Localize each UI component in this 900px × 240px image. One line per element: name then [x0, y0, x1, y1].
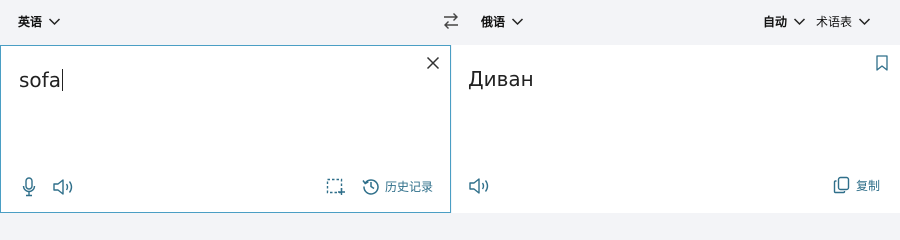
source-text: sofa [19, 68, 61, 92]
bookmark-icon[interactable] [876, 55, 888, 71]
tone-label: 自动 [763, 15, 788, 29]
chevron-down-icon [793, 18, 806, 26]
microphone-button[interactable] [22, 177, 36, 197]
translation-pane: Диван 复制 [452, 45, 900, 213]
language-toolbar: 英语 俄语 自动 术语表 [0, 0, 900, 45]
tone-selector[interactable]: 自动 [763, 13, 806, 30]
speaker-icon [469, 178, 489, 194]
source-text-input[interactable]: sofa [19, 68, 63, 92]
text-caret [61, 69, 63, 91]
source-speak-button[interactable] [52, 177, 76, 197]
glossary-selector[interactable]: 术语表 [816, 13, 871, 30]
history-icon [362, 179, 379, 195]
speaker-icon [53, 179, 73, 195]
microphone-icon [22, 177, 36, 197]
chevron-down-icon [858, 18, 871, 26]
copy-label: 复制 [856, 178, 881, 193]
target-language-selector[interactable]: 俄语 [481, 13, 524, 30]
translation-text: Диван [468, 67, 534, 91]
translation-speak-button[interactable] [468, 176, 492, 196]
copy-icon [833, 176, 850, 194]
history-label: 历史记录 [385, 179, 434, 194]
swap-languages-icon[interactable] [441, 11, 461, 31]
screenshot-crop-icon [326, 178, 345, 195]
source-language-label: 英语 [18, 15, 43, 29]
screenshot-translate-button[interactable] [326, 178, 346, 196]
glossary-label: 术语表 [816, 15, 853, 29]
source-text-pane[interactable]: sofa 历史记录 [0, 45, 451, 213]
close-icon[interactable] [425, 55, 441, 71]
copy-button[interactable]: 复制 [833, 176, 880, 194]
chevron-down-icon [48, 18, 61, 26]
chevron-down-icon [511, 18, 524, 26]
history-button[interactable]: 历史记录 [362, 177, 433, 195]
target-language-label: 俄语 [481, 15, 506, 29]
source-language-selector[interactable]: 英语 [18, 13, 61, 30]
